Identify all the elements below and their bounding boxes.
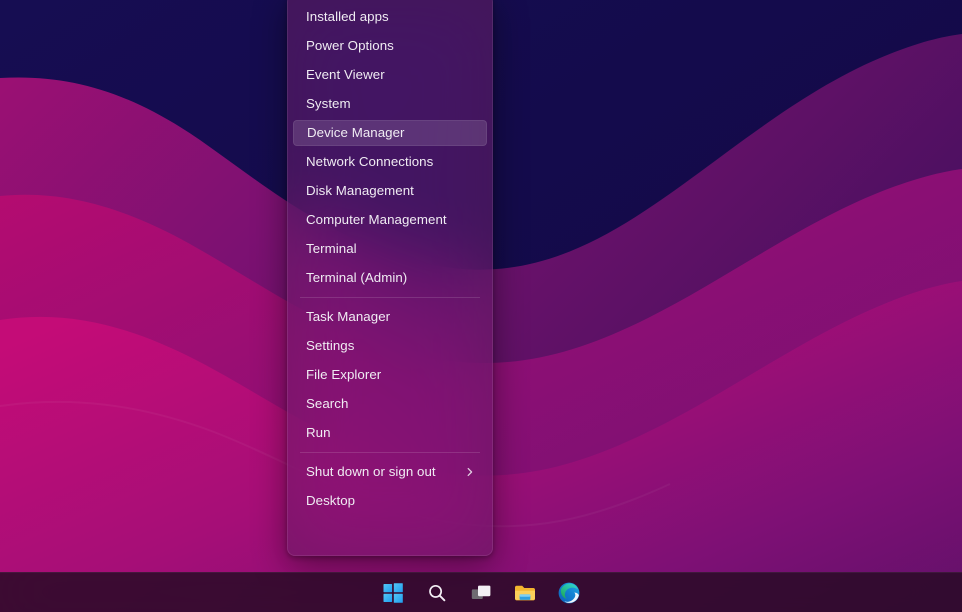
menu-item-event-viewer[interactable]: Event Viewer xyxy=(293,62,487,88)
taskbar-icon-group xyxy=(377,577,585,609)
menu-item-label: Installed apps xyxy=(306,9,389,24)
desktop-screen: Installed apps Power Options Event Viewer S… xyxy=(0,0,962,612)
menu-item-label: Computer Management xyxy=(306,212,447,227)
start-icon xyxy=(383,582,403,603)
menu-item-label: Terminal xyxy=(306,241,357,256)
menu-item-terminal[interactable]: Terminal xyxy=(293,236,487,262)
chevron-right-icon xyxy=(465,467,475,477)
menu-item-task-manager[interactable]: Task Manager xyxy=(293,304,487,330)
menu-item-label: Task Manager xyxy=(306,309,391,324)
menu-item-terminal-admin[interactable]: Terminal (Admin) xyxy=(293,265,487,291)
menu-item-label: Terminal (Admin) xyxy=(306,270,408,285)
menu-item-run[interactable]: Run xyxy=(293,420,487,446)
menu-item-label: Search xyxy=(306,396,349,411)
menu-item-label: Device Manager xyxy=(307,125,405,140)
menu-item-installed-apps[interactable]: Installed apps xyxy=(293,4,487,30)
menu-item-label: Desktop xyxy=(306,493,356,508)
menu-item-computer-management[interactable]: Computer Management xyxy=(293,207,487,233)
search-button[interactable] xyxy=(421,577,453,609)
menu-separator xyxy=(300,452,480,453)
menu-item-label: Settings xyxy=(306,338,355,353)
file-explorer-button[interactable] xyxy=(509,577,541,609)
task-view-icon xyxy=(471,583,492,603)
menu-item-settings[interactable]: Settings xyxy=(293,333,487,359)
microsoft-edge-icon xyxy=(558,582,580,604)
menu-item-shut-down-or-sign-out[interactable]: Shut down or sign out xyxy=(293,459,487,485)
menu-item-network-connections[interactable]: Network Connections xyxy=(293,149,487,175)
menu-item-label: Event Viewer xyxy=(306,67,385,82)
menu-item-device-manager[interactable]: Device Manager xyxy=(293,120,487,146)
file-explorer-icon xyxy=(514,583,536,603)
start-button[interactable] xyxy=(377,577,409,609)
microsoft-edge-button[interactable] xyxy=(553,577,585,609)
search-icon xyxy=(427,583,447,603)
menu-item-power-options[interactable]: Power Options xyxy=(293,33,487,59)
menu-separator xyxy=(300,297,480,298)
menu-item-system[interactable]: System xyxy=(293,91,487,117)
menu-group: Shut down or sign out Desktop xyxy=(291,459,489,514)
menu-item-label: System xyxy=(306,96,351,111)
menu-item-search[interactable]: Search xyxy=(293,391,487,417)
menu-item-label: Disk Management xyxy=(306,183,414,198)
menu-item-label: Power Options xyxy=(306,38,394,53)
menu-group: Task Manager Settings File Explorer Search R… xyxy=(291,304,489,446)
menu-item-label: Network Connections xyxy=(306,154,434,169)
menu-item-desktop[interactable]: Desktop xyxy=(293,488,487,514)
menu-item-file-explorer[interactable]: File Explorer xyxy=(293,362,487,388)
menu-group: Installed apps Power Options Event Viewer S… xyxy=(291,4,489,291)
menu-item-label: Shut down or sign out xyxy=(306,464,436,479)
task-view-button[interactable] xyxy=(465,577,497,609)
taskbar[interactable] xyxy=(0,572,962,612)
winx-quick-link-menu[interactable]: Installed apps Power Options Event Viewer S… xyxy=(287,0,493,556)
menu-item-label: File Explorer xyxy=(306,367,382,382)
menu-item-label: Run xyxy=(306,425,331,440)
menu-item-disk-management[interactable]: Disk Management xyxy=(293,178,487,204)
